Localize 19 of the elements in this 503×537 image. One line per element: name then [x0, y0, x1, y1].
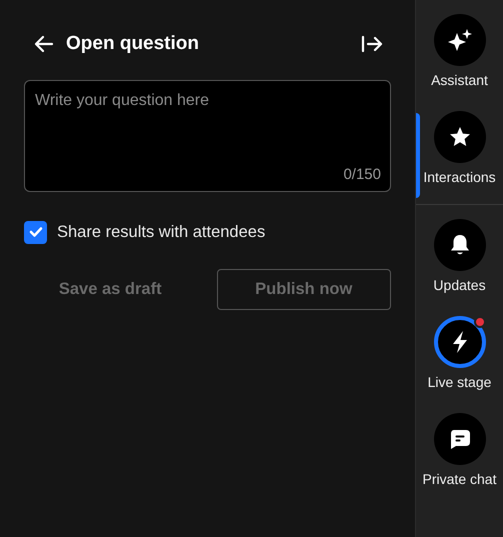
- character-counter: 0/150: [343, 164, 381, 184]
- checkbox-label: Share results with attendees: [57, 222, 266, 243]
- tab-label: Live stage: [428, 373, 492, 392]
- sidebar-tab[interactable]: [434, 111, 486, 163]
- sidebar-tab[interactable]: [434, 219, 486, 271]
- sidebar-tab[interactable]: [434, 316, 486, 368]
- tab-label: Updates: [433, 276, 486, 295]
- back-arrow-icon[interactable]: [34, 34, 54, 54]
- tab-label: Private chat: [422, 470, 496, 489]
- sidebar-tab[interactable]: [434, 14, 486, 66]
- panel-title: Open question: [66, 32, 199, 56]
- tab-label: Assistant: [431, 71, 488, 90]
- sidebar-tab[interactable]: [434, 413, 486, 465]
- check-icon: [28, 226, 42, 238]
- checkbox[interactable]: [24, 220, 47, 244]
- bell-icon: [448, 233, 470, 257]
- sparkles-icon: [446, 28, 472, 52]
- tab-label: Interactions: [423, 168, 496, 187]
- collapse-panel-icon[interactable]: [361, 34, 383, 54]
